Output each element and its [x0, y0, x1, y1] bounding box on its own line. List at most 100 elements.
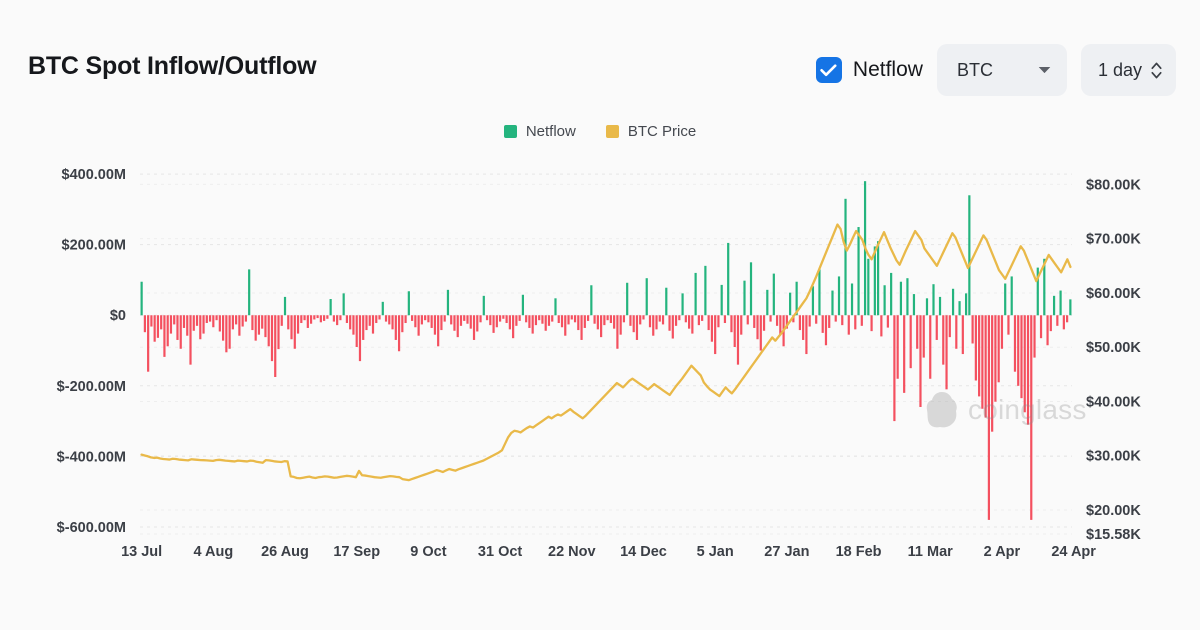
netflow-bar	[313, 315, 315, 319]
netflow-bar	[900, 282, 902, 316]
netflow-bar	[258, 315, 260, 334]
netflow-bar	[926, 298, 928, 315]
netflow-bar	[724, 315, 726, 323]
netflow-bar	[958, 301, 960, 315]
netflow-bar	[626, 283, 628, 315]
netflow-bar	[861, 315, 863, 326]
netflow-bar	[952, 289, 954, 315]
netflow-bar	[629, 315, 631, 326]
netflow-bar	[1066, 315, 1068, 322]
chart-svg: $400.00M$200.00M$0$-200.00M$-400.00M$-60…	[0, 0, 1200, 630]
y-axis-right-tick: $70.00K	[1086, 232, 1141, 248]
netflow-bar	[502, 315, 504, 319]
netflow-bar	[662, 315, 664, 324]
netflow-bar	[831, 291, 833, 316]
netflow-bar	[841, 315, 843, 325]
netflow-bar	[388, 315, 390, 324]
netflow-bar	[167, 315, 169, 346]
netflow-bar	[838, 276, 840, 315]
netflow-bar	[160, 315, 162, 329]
netflow-bar	[202, 315, 204, 333]
netflow-bar	[525, 315, 527, 322]
netflow-bar	[1050, 315, 1052, 331]
netflow-bar	[698, 315, 700, 325]
netflow-bar	[395, 315, 397, 340]
netflow-bar	[571, 315, 573, 319]
netflow-bar	[978, 315, 980, 396]
netflow-bar	[375, 315, 377, 323]
netflow-bar	[884, 285, 886, 315]
netflow-bar	[818, 269, 820, 315]
netflow-bar	[522, 295, 524, 315]
netflow-bar	[365, 315, 367, 330]
netflow-bar	[610, 315, 612, 323]
netflow-bar	[444, 315, 446, 321]
x-axis-tick: 17 Sep	[333, 544, 380, 560]
netflow-bar	[916, 315, 918, 349]
netflow-bar	[457, 315, 459, 337]
netflow-bar	[730, 315, 732, 332]
y-axis-right-tick: $60.00K	[1086, 286, 1141, 302]
netflow-bar	[721, 285, 723, 315]
netflow-bar	[1017, 315, 1019, 386]
netflow-bar	[489, 315, 491, 325]
netflow-bar	[154, 315, 156, 341]
netflow-bar	[163, 315, 165, 357]
netflow-bar	[825, 315, 827, 345]
netflow-bar	[424, 315, 426, 320]
netflow-bar	[717, 315, 719, 327]
netflow-bar	[303, 315, 305, 320]
netflow-bar	[450, 315, 452, 324]
x-axis-tick: 11 Mar	[908, 544, 953, 560]
netflow-bar	[652, 315, 654, 335]
netflow-bar	[880, 315, 882, 336]
netflow-bar	[411, 315, 413, 321]
netflow-bar	[512, 315, 514, 338]
netflow-bar	[743, 281, 745, 316]
netflow-bar	[1063, 315, 1065, 329]
netflow-bar	[551, 315, 553, 321]
netflow-bar	[209, 315, 211, 321]
netflow-bar	[646, 278, 648, 315]
y-axis-left-tick: $-400.00M	[57, 449, 126, 465]
y-axis-right-tick: $50.00K	[1086, 340, 1141, 356]
y-axis-left-tick: $0	[110, 308, 126, 324]
netflow-bar	[965, 293, 967, 315]
netflow-bar	[822, 315, 824, 333]
netflow-bar	[554, 298, 556, 315]
netflow-bar	[453, 315, 455, 331]
netflow-bar	[176, 315, 178, 340]
netflow-bar	[369, 315, 371, 326]
netflow-bar	[317, 315, 319, 318]
netflow-bar	[776, 315, 778, 326]
x-axis-tick: 14 Dec	[620, 544, 667, 560]
netflow-bar	[597, 315, 599, 329]
netflow-bar	[929, 315, 931, 379]
netflow-bar	[541, 315, 543, 323]
netflow-bar	[199, 315, 201, 339]
netflow-bar	[1040, 315, 1042, 338]
netflow-bar	[897, 315, 899, 379]
netflow-bar	[968, 195, 970, 315]
netflow-bar	[372, 315, 374, 333]
netflow-bar	[913, 294, 915, 315]
netflow-bar	[675, 315, 677, 326]
netflow-bar	[623, 315, 625, 322]
netflow-bar	[307, 315, 309, 328]
netflow-bar	[271, 315, 273, 361]
netflow-bar	[538, 315, 540, 320]
netflow-bar	[189, 315, 191, 364]
netflow-bar	[287, 315, 289, 329]
netflow-bar	[212, 315, 214, 327]
netflow-bar	[942, 315, 944, 364]
netflow-bar	[248, 269, 250, 315]
netflow-bar	[574, 315, 576, 322]
netflow-bar	[222, 315, 224, 340]
netflow-bar	[391, 315, 393, 329]
netflow-bar	[1069, 299, 1071, 315]
netflow-bar	[144, 315, 146, 332]
y-axis-right-tick: $20.00K	[1086, 503, 1141, 519]
netflow-bar	[649, 315, 651, 327]
netflow-bar	[150, 315, 152, 326]
netflow-bar	[809, 315, 811, 326]
